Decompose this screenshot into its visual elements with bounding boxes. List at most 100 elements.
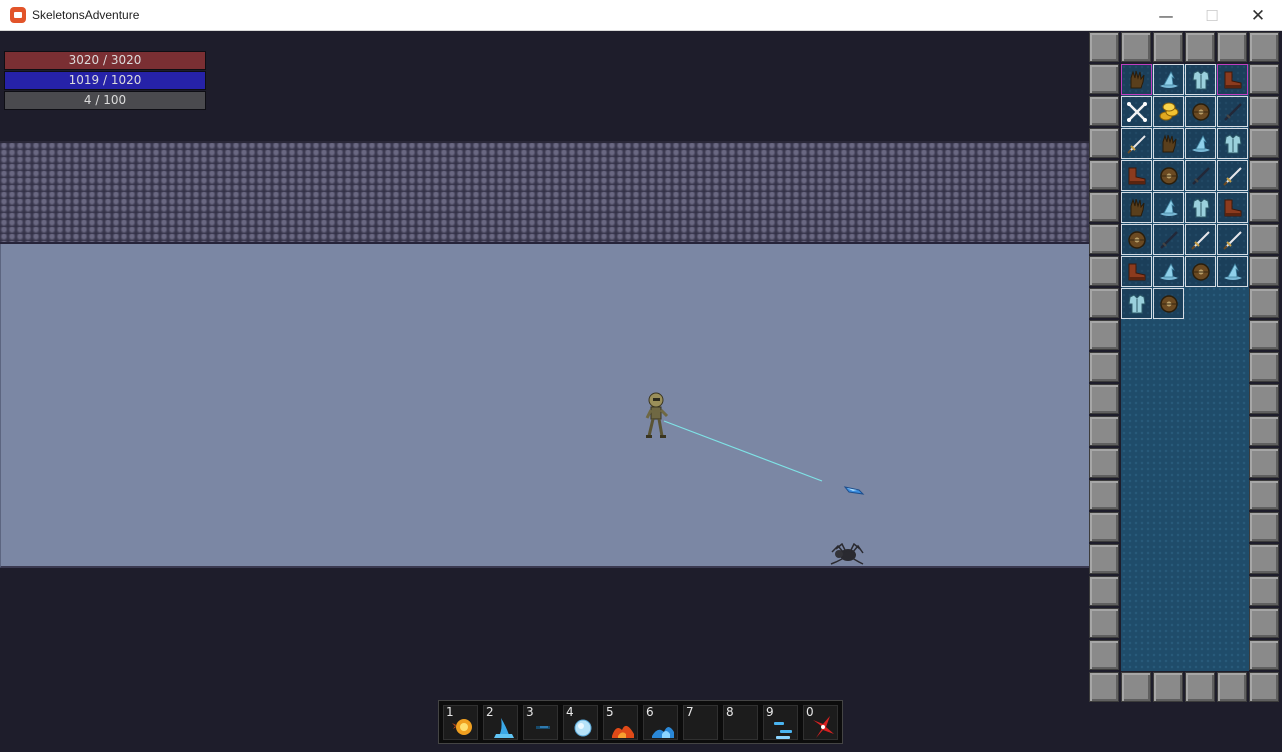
inventory-slot[interactable] (1153, 64, 1184, 95)
wizard-hat-icon (1191, 134, 1210, 152)
inventory-slot[interactable] (1121, 288, 1152, 319)
inventory-slot[interactable] (1121, 224, 1152, 255)
round-shield-icon (1191, 102, 1210, 121)
maximize-button[interactable]: ☐ (1189, 0, 1235, 31)
stone-frame-tile (1249, 224, 1279, 254)
inventory-slot[interactable] (1185, 96, 1216, 127)
inventory-slot[interactable] (1217, 128, 1248, 159)
boots-icon (1128, 167, 1145, 184)
hotbar-slot-6[interactable]: 6 (643, 705, 678, 740)
ice-orb-icon (574, 719, 592, 737)
boots-icon (1224, 199, 1241, 216)
close-button[interactable]: ✕ (1235, 0, 1281, 31)
hotbar-slot-3[interactable]: 3 (523, 705, 558, 740)
hotbar-key-label: 7 (686, 705, 694, 719)
stone-frame-tile (1249, 416, 1279, 446)
inventory-slot[interactable] (1217, 160, 1248, 191)
inventory-slot[interactable] (1153, 128, 1184, 159)
inventory-slot[interactable] (1153, 160, 1184, 191)
inventory-slot[interactable] (1185, 160, 1216, 191)
dark-sword-icon (1223, 102, 1242, 121)
stone-frame-tile (1089, 32, 1119, 62)
inventory-slot[interactable] (1121, 256, 1152, 287)
mana-bar: 1019 / 1020 (4, 71, 206, 90)
ice-shard-projectile (843, 486, 865, 495)
inventory-slot[interactable] (1121, 96, 1152, 127)
inventory-slot[interactable] (1185, 224, 1216, 255)
stone-frame-tile (1249, 640, 1279, 670)
stone-frame-tile (1089, 672, 1119, 702)
stone-frame-tile (1249, 512, 1279, 542)
boots-icon (1128, 263, 1145, 280)
inventory-slot[interactable] (1153, 192, 1184, 223)
hotbar-slot-2[interactable]: 2 (483, 705, 518, 740)
skeleton-player (645, 392, 669, 438)
inventory-slot[interactable] (1217, 256, 1248, 287)
window-title: SkeletonsAdventure (32, 8, 140, 22)
inventory-slot[interactable] (1153, 96, 1184, 127)
inventory-slot[interactable] (1121, 64, 1152, 95)
wizard-hat-icon (1159, 262, 1178, 280)
stone-frame-tile (1153, 672, 1183, 702)
inventory-slot[interactable] (1185, 128, 1216, 159)
hotbar-slot-5[interactable]: 5 (603, 705, 638, 740)
stone-frame-tile (1249, 384, 1279, 414)
stone-frame-tile (1185, 672, 1215, 702)
inventory-slot[interactable] (1121, 192, 1152, 223)
inventory-slot[interactable] (1153, 256, 1184, 287)
stone-frame-tile (1089, 192, 1119, 222)
gold-coins-icon (1159, 102, 1178, 120)
stone-frame-tile (1089, 608, 1119, 638)
stone-frame-tile (1089, 288, 1119, 318)
stone-frame-tile (1249, 160, 1279, 190)
hotbar-slot-7[interactable]: 7 (683, 705, 718, 740)
inventory-slot[interactable] (1153, 224, 1184, 255)
inventory-slot[interactable] (1217, 224, 1248, 255)
round-shield-icon (1159, 166, 1178, 185)
round-shield-icon (1159, 294, 1178, 313)
stone-frame-tile (1089, 576, 1119, 606)
stone-frame-tile (1153, 32, 1183, 62)
stone-frame-tile (1089, 96, 1119, 126)
stone-frame-tile (1217, 32, 1247, 62)
stone-frame-tile (1249, 448, 1279, 478)
gloves-icon (1130, 197, 1144, 216)
inventory-slot[interactable] (1121, 128, 1152, 159)
inventory-slot[interactable] (1185, 192, 1216, 223)
stone-frame-tile (1089, 320, 1119, 350)
hotbar-slot-8[interactable]: 8 (723, 705, 758, 740)
stone-frame-tile (1089, 64, 1119, 94)
red-vortex-icon (813, 716, 834, 738)
sword-icon (1222, 166, 1242, 186)
water-wave-icon (652, 727, 674, 738)
inventory-slot[interactable] (1153, 288, 1184, 319)
inventory-slot[interactable] (1217, 192, 1248, 223)
stone-frame-tile (1089, 416, 1119, 446)
hotbar-slot-9[interactable]: 9 (763, 705, 798, 740)
chest-armor-icon (1127, 293, 1146, 313)
stone-frame-tile (1089, 128, 1119, 158)
inventory-slot[interactable] (1185, 64, 1216, 95)
title-bar: SkeletonsAdventure — ☐ ✕ (0, 0, 1282, 31)
stone-frame-tile (1249, 192, 1279, 222)
stone-frame-tile (1249, 256, 1279, 286)
round-shield-icon (1127, 230, 1146, 249)
game-viewport[interactable]: 3020 / 3020 1019 / 1020 4 / 100 1234567 8… (0, 31, 1282, 752)
hotbar-slot-1[interactable]: 1 (443, 705, 478, 740)
stone-frame-tile (1089, 448, 1119, 478)
inventory-slot[interactable] (1121, 160, 1152, 191)
dark-sword-icon (1159, 230, 1178, 249)
dark-bolt-icon (536, 726, 550, 729)
inventory-slot[interactable] (1217, 64, 1248, 95)
stone-frame-tile (1089, 160, 1119, 190)
sword-icon (1222, 230, 1242, 250)
stone-frame-tile (1089, 224, 1119, 254)
minimize-button[interactable]: — (1143, 0, 1189, 31)
stone-frame-tile (1089, 512, 1119, 542)
inventory-slot[interactable] (1217, 96, 1248, 127)
inventory-slot[interactable] (1185, 256, 1216, 287)
experience-bar: 4 / 100 (4, 91, 206, 110)
hotbar-slot-4[interactable]: 4 (563, 705, 598, 740)
hotbar-slot-0[interactable]: 0 (803, 705, 838, 740)
water-spout-icon (494, 718, 514, 738)
